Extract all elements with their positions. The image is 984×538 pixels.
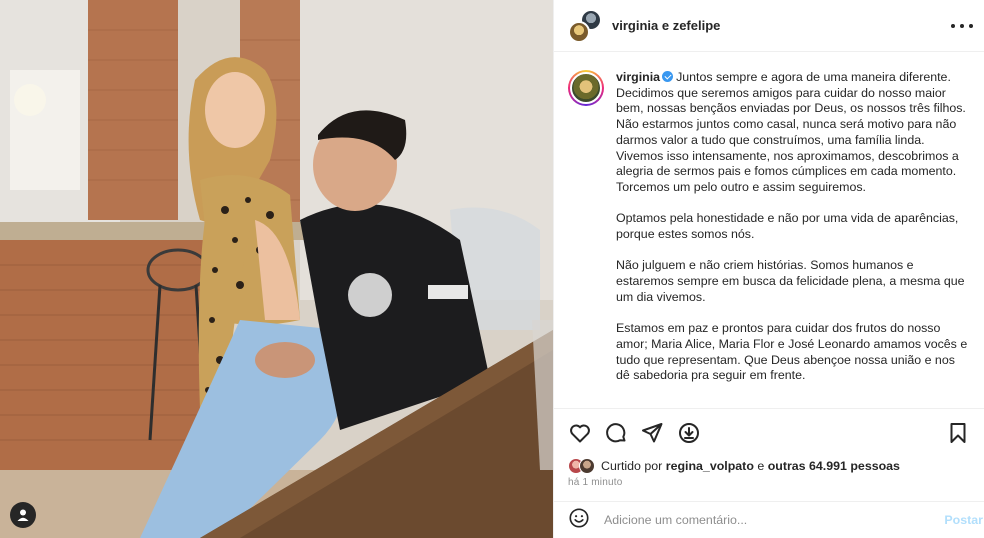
author-avatar[interactable]: [568, 70, 604, 106]
caption-username[interactable]: virginia: [616, 70, 660, 84]
caption-area: virginia Juntos sempre e agora de uma man…: [554, 52, 984, 408]
caption-paragraph: Optamos pela honestidade e não por uma v…: [616, 211, 959, 242]
heart-icon[interactable]: [568, 421, 592, 445]
download-icon[interactable]: [677, 421, 701, 445]
collab-avatars[interactable]: [568, 8, 602, 43]
smiley-icon[interactable]: [568, 507, 590, 534]
caption-paragraph: Não julguem e não criem histórias. Somos…: [616, 258, 965, 304]
likes-prefix: Curtido por: [601, 459, 663, 473]
send-icon[interactable]: [640, 421, 664, 445]
post-details-panel: virginia e zefelipe virginia Juntos sempr…: [553, 0, 984, 538]
caption-paragraph: virginia Juntos sempre e agora de uma man…: [616, 70, 971, 196]
likes-summary[interactable]: Curtido por regina_volpato e outras 64.9…: [568, 456, 900, 476]
caption: virginia Juntos sempre e agora de uma man…: [616, 70, 971, 408]
caption-text: Juntos sempre e agora de uma maneira dif…: [616, 70, 966, 194]
bookmark-icon[interactable]: [946, 421, 970, 445]
likes-middle: e: [757, 459, 765, 473]
post-photo[interactable]: [0, 0, 553, 538]
post-author-title[interactable]: virginia e zefelipe: [612, 18, 720, 33]
comment-bar: Postar: [554, 501, 984, 538]
post-comment-button[interactable]: Postar: [944, 513, 983, 527]
likes-others[interactable]: outras 64.991 pessoas: [768, 459, 900, 473]
post-timestamp[interactable]: há 1 minuto: [568, 477, 622, 488]
action-bar: [554, 408, 984, 454]
verified-badge-icon: [662, 71, 674, 82]
avatar: [579, 458, 595, 474]
post-header: virginia e zefelipe: [554, 0, 984, 52]
comment-icon[interactable]: [604, 421, 628, 445]
caption-paragraph: Estamos em paz e prontos para cuidar dos…: [616, 321, 968, 383]
photo-illustration: [0, 0, 553, 538]
user-tag-icon[interactable]: [10, 502, 36, 528]
more-icon[interactable]: [951, 16, 973, 36]
avatar: [568, 20, 590, 43]
post-viewer: virginia e zefelipe virginia Juntos sempr…: [0, 0, 984, 538]
comment-input[interactable]: [604, 513, 924, 527]
likes-user[interactable]: regina_volpato: [666, 459, 754, 473]
